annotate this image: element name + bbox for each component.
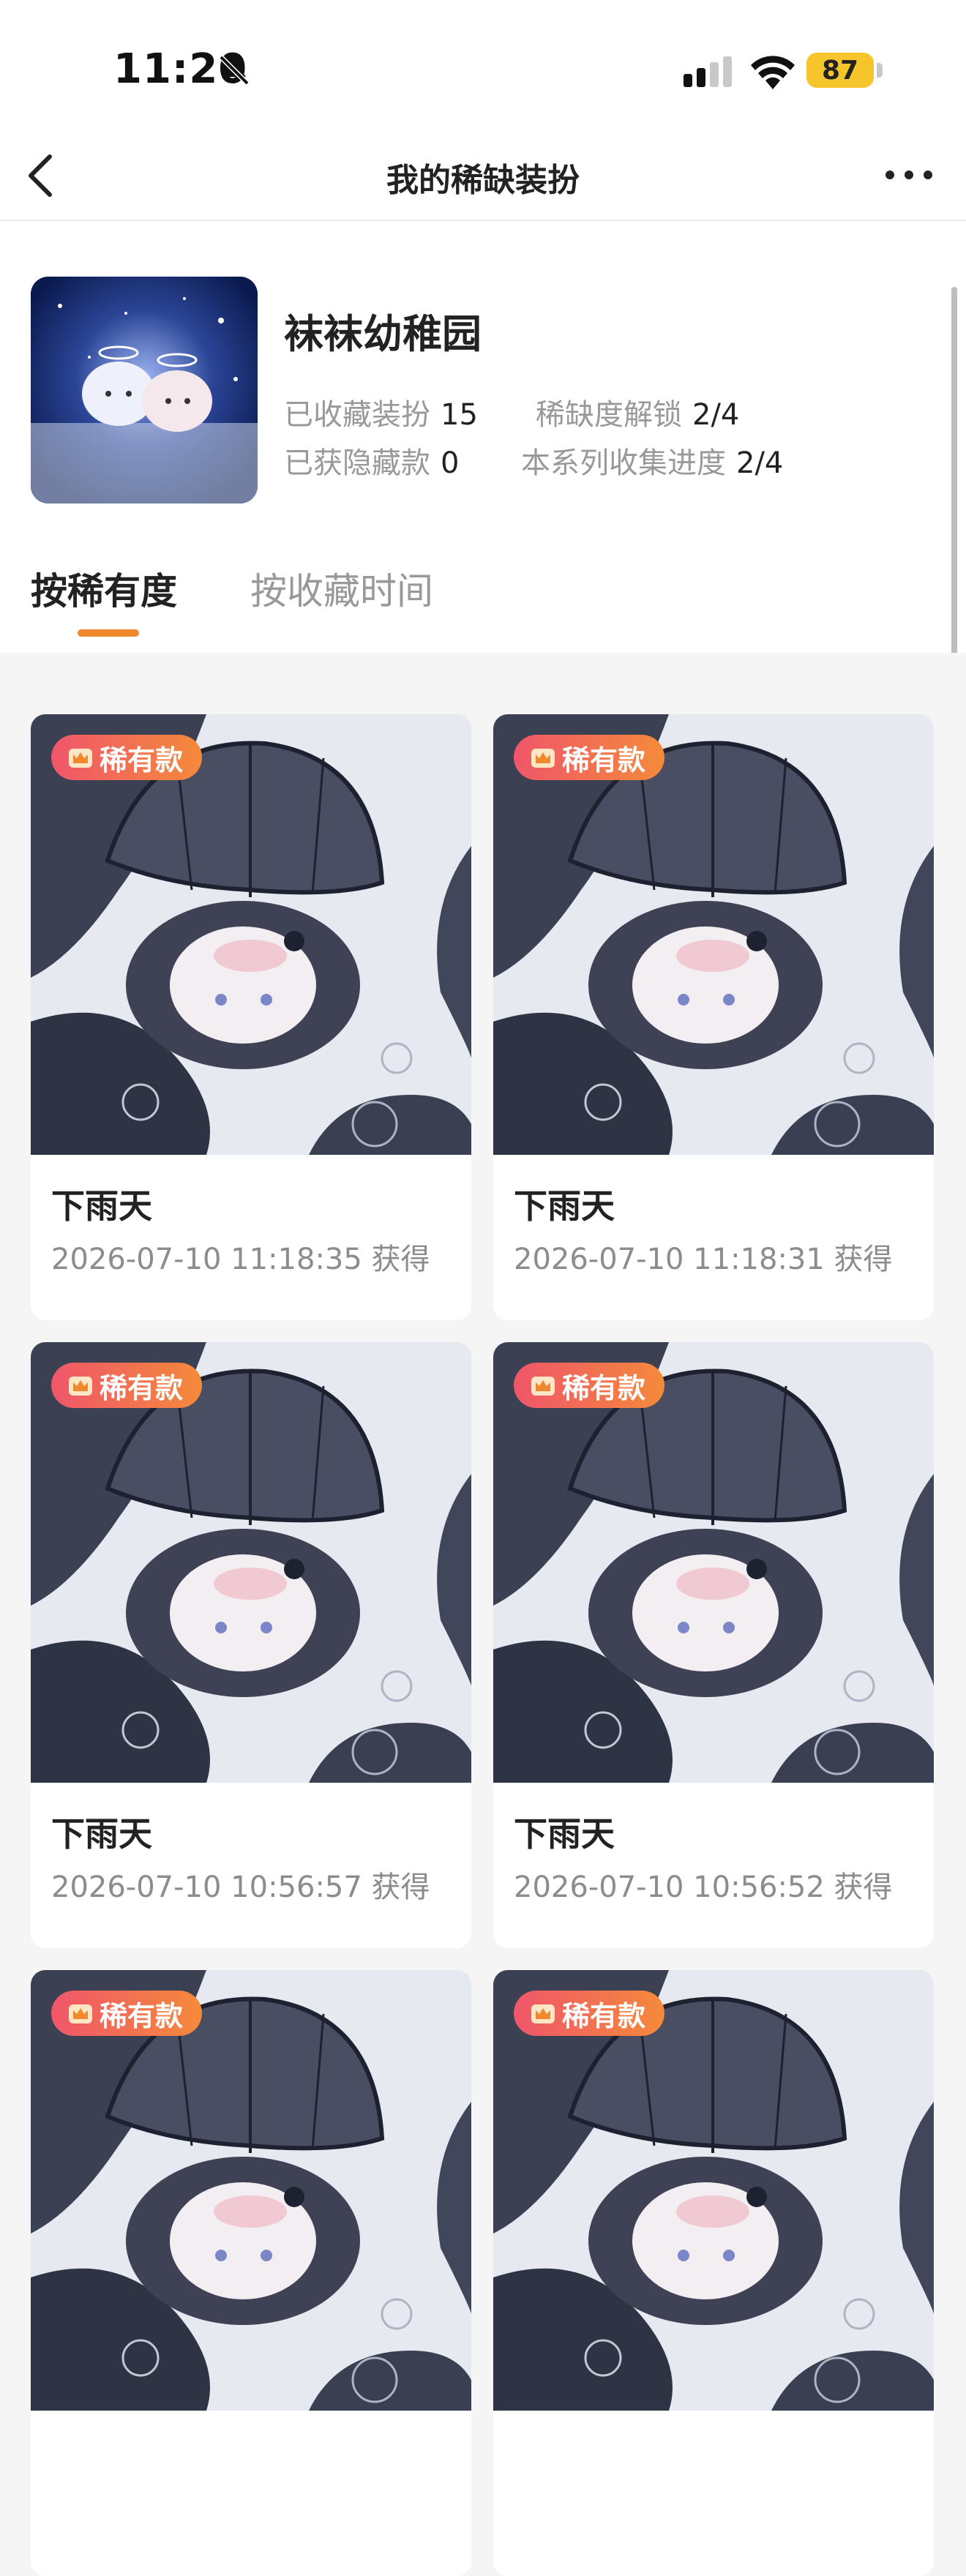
page-title: 我的稀缺装扮: [386, 162, 580, 199]
item-name: 下雨天: [51, 1814, 152, 1854]
item-acquired-time: 2026-07-10 10:56:57 获得: [51, 1871, 430, 1904]
rare-badge: 稀有款: [514, 1363, 665, 1408]
stat-rarity-label: 稀缺度解锁: [536, 398, 682, 432]
item-card[interactable]: 稀有款 下雨天 2026-07-10 11:18:31 获得: [493, 714, 934, 1320]
rare-badge-label: 稀有款: [562, 1371, 646, 1404]
battery-cap: [877, 63, 883, 78]
rare-badge: 稀有款: [514, 1991, 665, 2036]
series-cover-image: [31, 277, 258, 503]
crown-icon: [531, 1377, 555, 1396]
rare-badge: 稀有款: [51, 735, 203, 780]
stat-collected-label: 已收藏装扮: [284, 398, 430, 432]
item-acquired-time: 2026-07-10 10:56:52 获得: [514, 1871, 893, 1904]
rare-badge-label: 稀有款: [562, 744, 646, 776]
crown-icon: [531, 749, 555, 768]
crown-icon: [69, 749, 92, 768]
tab-active-indicator: [78, 629, 139, 637]
stat-collected-value: 15: [441, 398, 478, 432]
wifi-icon: [751, 56, 795, 89]
rare-badge: 稀有款: [51, 1991, 203, 2036]
crown-icon: [531, 2004, 555, 2023]
item-image: [31, 1970, 471, 2411]
item-image: [493, 1970, 934, 2411]
item-card[interactable]: 稀有款 下雨天 2026-07-10 10:56:52 获得: [493, 1342, 934, 1948]
stat-hidden-label: 已获隐藏款: [284, 446, 430, 480]
stat-rarity-value: 2/4: [692, 398, 740, 432]
bell-muted-icon: [219, 55, 250, 86]
rare-badge-label: 稀有款: [562, 1999, 646, 2032]
nav-bar: 我的稀缺装扮: [0, 132, 966, 221]
stat-progress-label: 本系列收集进度: [521, 446, 726, 480]
more-options-icon[interactable]: [883, 164, 935, 186]
crown-icon: [69, 2004, 92, 2023]
rare-badge-label: 稀有款: [100, 744, 184, 776]
stat-collected: 已收藏装扮 15: [284, 391, 478, 433]
stat-progress: 本系列收集进度 2/4: [521, 439, 783, 482]
item-image: [493, 1342, 934, 1783]
item-acquired-time: 2026-07-10 11:18:35 获得: [51, 1243, 430, 1276]
stat-progress-value: 2/4: [736, 446, 784, 480]
item-acquired-time: 2026-07-10 11:18:31 获得: [514, 1243, 893, 1276]
item-image: [493, 714, 934, 1155]
stat-hidden: 已获隐藏款 0: [284, 439, 459, 482]
battery-indicator: 87: [806, 53, 874, 88]
content-area[interactable]: 袜袜幼稚园 已收藏装扮 15 稀缺度解锁 2/4 已获隐藏款 0 本系列收集进度 2/4…: [0, 221, 966, 2576]
item-name: 下雨天: [514, 1814, 615, 1854]
rare-badge-label: 稀有款: [100, 1371, 184, 1404]
item-card[interactable]: 稀有款: [31, 1970, 471, 2576]
rare-badge: 稀有款: [514, 735, 665, 780]
series-title: 袜袜幼稚园: [284, 311, 482, 357]
item-card[interactable]: 稀有款: [493, 1970, 934, 2576]
rare-badge: 稀有款: [51, 1363, 203, 1408]
stat-hidden-value: 0: [441, 446, 460, 480]
status-bar: 11:20 87: [0, 0, 966, 132]
item-grid: 稀有款 下雨天 2026-07-10 11:18:35 获得 稀有款 下雨天 2…: [0, 653, 966, 2576]
tab-by-collect-time[interactable]: 按收藏时间: [250, 562, 433, 615]
tab-by-rarity[interactable]: 按稀有度: [31, 562, 177, 615]
rare-badge-label: 稀有款: [100, 1999, 184, 2032]
crown-icon: [69, 1377, 92, 1396]
item-image: [31, 714, 471, 1155]
stat-rarity: 稀缺度解锁 2/4: [536, 391, 739, 433]
item-card[interactable]: 稀有款 下雨天 2026-07-10 10:56:57 获得: [31, 1342, 471, 1948]
item-name: 下雨天: [51, 1186, 152, 1226]
item-name: 下雨天: [514, 1186, 615, 1226]
item-image: [31, 1342, 471, 1783]
item-card[interactable]: 稀有款 下雨天 2026-07-10 11:18:35 获得: [31, 714, 471, 1320]
cellular-signal-icon: [684, 56, 732, 87]
